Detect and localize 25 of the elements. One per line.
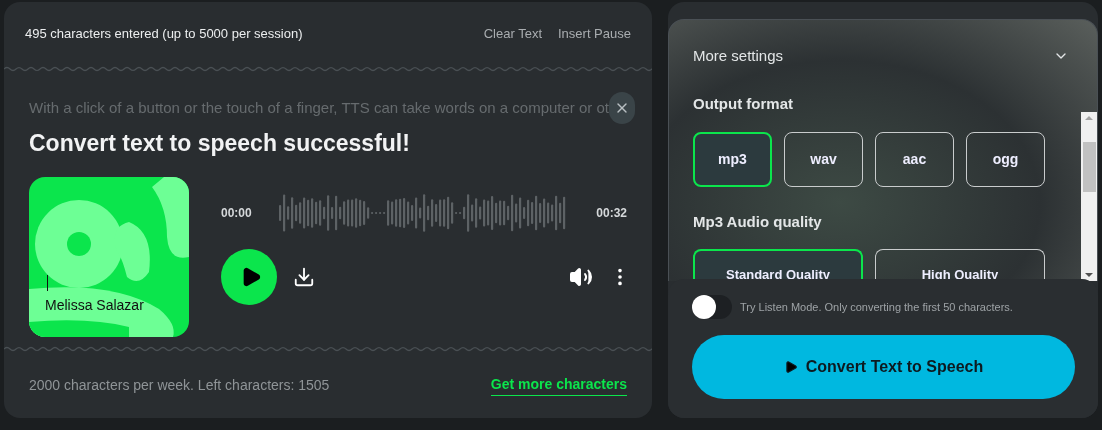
audio-quality-label: Mp3 Audio quality xyxy=(693,211,823,232)
scrollbar[interactable] xyxy=(1081,112,1097,281)
listen-mode-label: Try Listen Mode. Only converting the first 50 characters. xyxy=(740,299,1013,315)
current-time: 00:00 xyxy=(221,204,252,222)
voice-name: Melissa Salazar xyxy=(45,295,144,315)
quota-text: 2000 characters per week. Left characters: 1505 xyxy=(29,375,330,395)
success-title: Convert text to speech successful! xyxy=(29,129,411,158)
text-cursor xyxy=(47,274,48,291)
format-option[interactable]: ogg xyxy=(966,131,1045,187)
text-action-link[interactable]: Clear Text xyxy=(483,24,542,44)
format-option[interactable]: mp3 xyxy=(693,131,772,187)
format-option[interactable]: aac xyxy=(875,131,954,187)
listen-mode-switch[interactable] xyxy=(692,295,732,319)
format-option[interactable]: wav xyxy=(784,131,863,187)
output-format-label: Output format xyxy=(693,94,794,114)
download-icon[interactable] xyxy=(293,265,315,288)
text-action-link[interactable]: Insert Pause xyxy=(558,24,631,44)
play-icon xyxy=(783,360,798,374)
more-settings-toggle[interactable]: More settings xyxy=(669,20,1097,92)
total-time: 00:32 xyxy=(596,204,627,222)
convert-button[interactable]: Convert Text to Speech xyxy=(692,335,1075,399)
get-more-characters-link[interactable]: Get more characters xyxy=(490,374,627,396)
close-button[interactable] xyxy=(609,92,635,124)
character-count: 495 characters entered (up to 5000 per session) xyxy=(25,25,303,44)
preview-text: With a click of a button or the touch of a finger, TTS can take words on a computer or ot xyxy=(29,97,610,118)
